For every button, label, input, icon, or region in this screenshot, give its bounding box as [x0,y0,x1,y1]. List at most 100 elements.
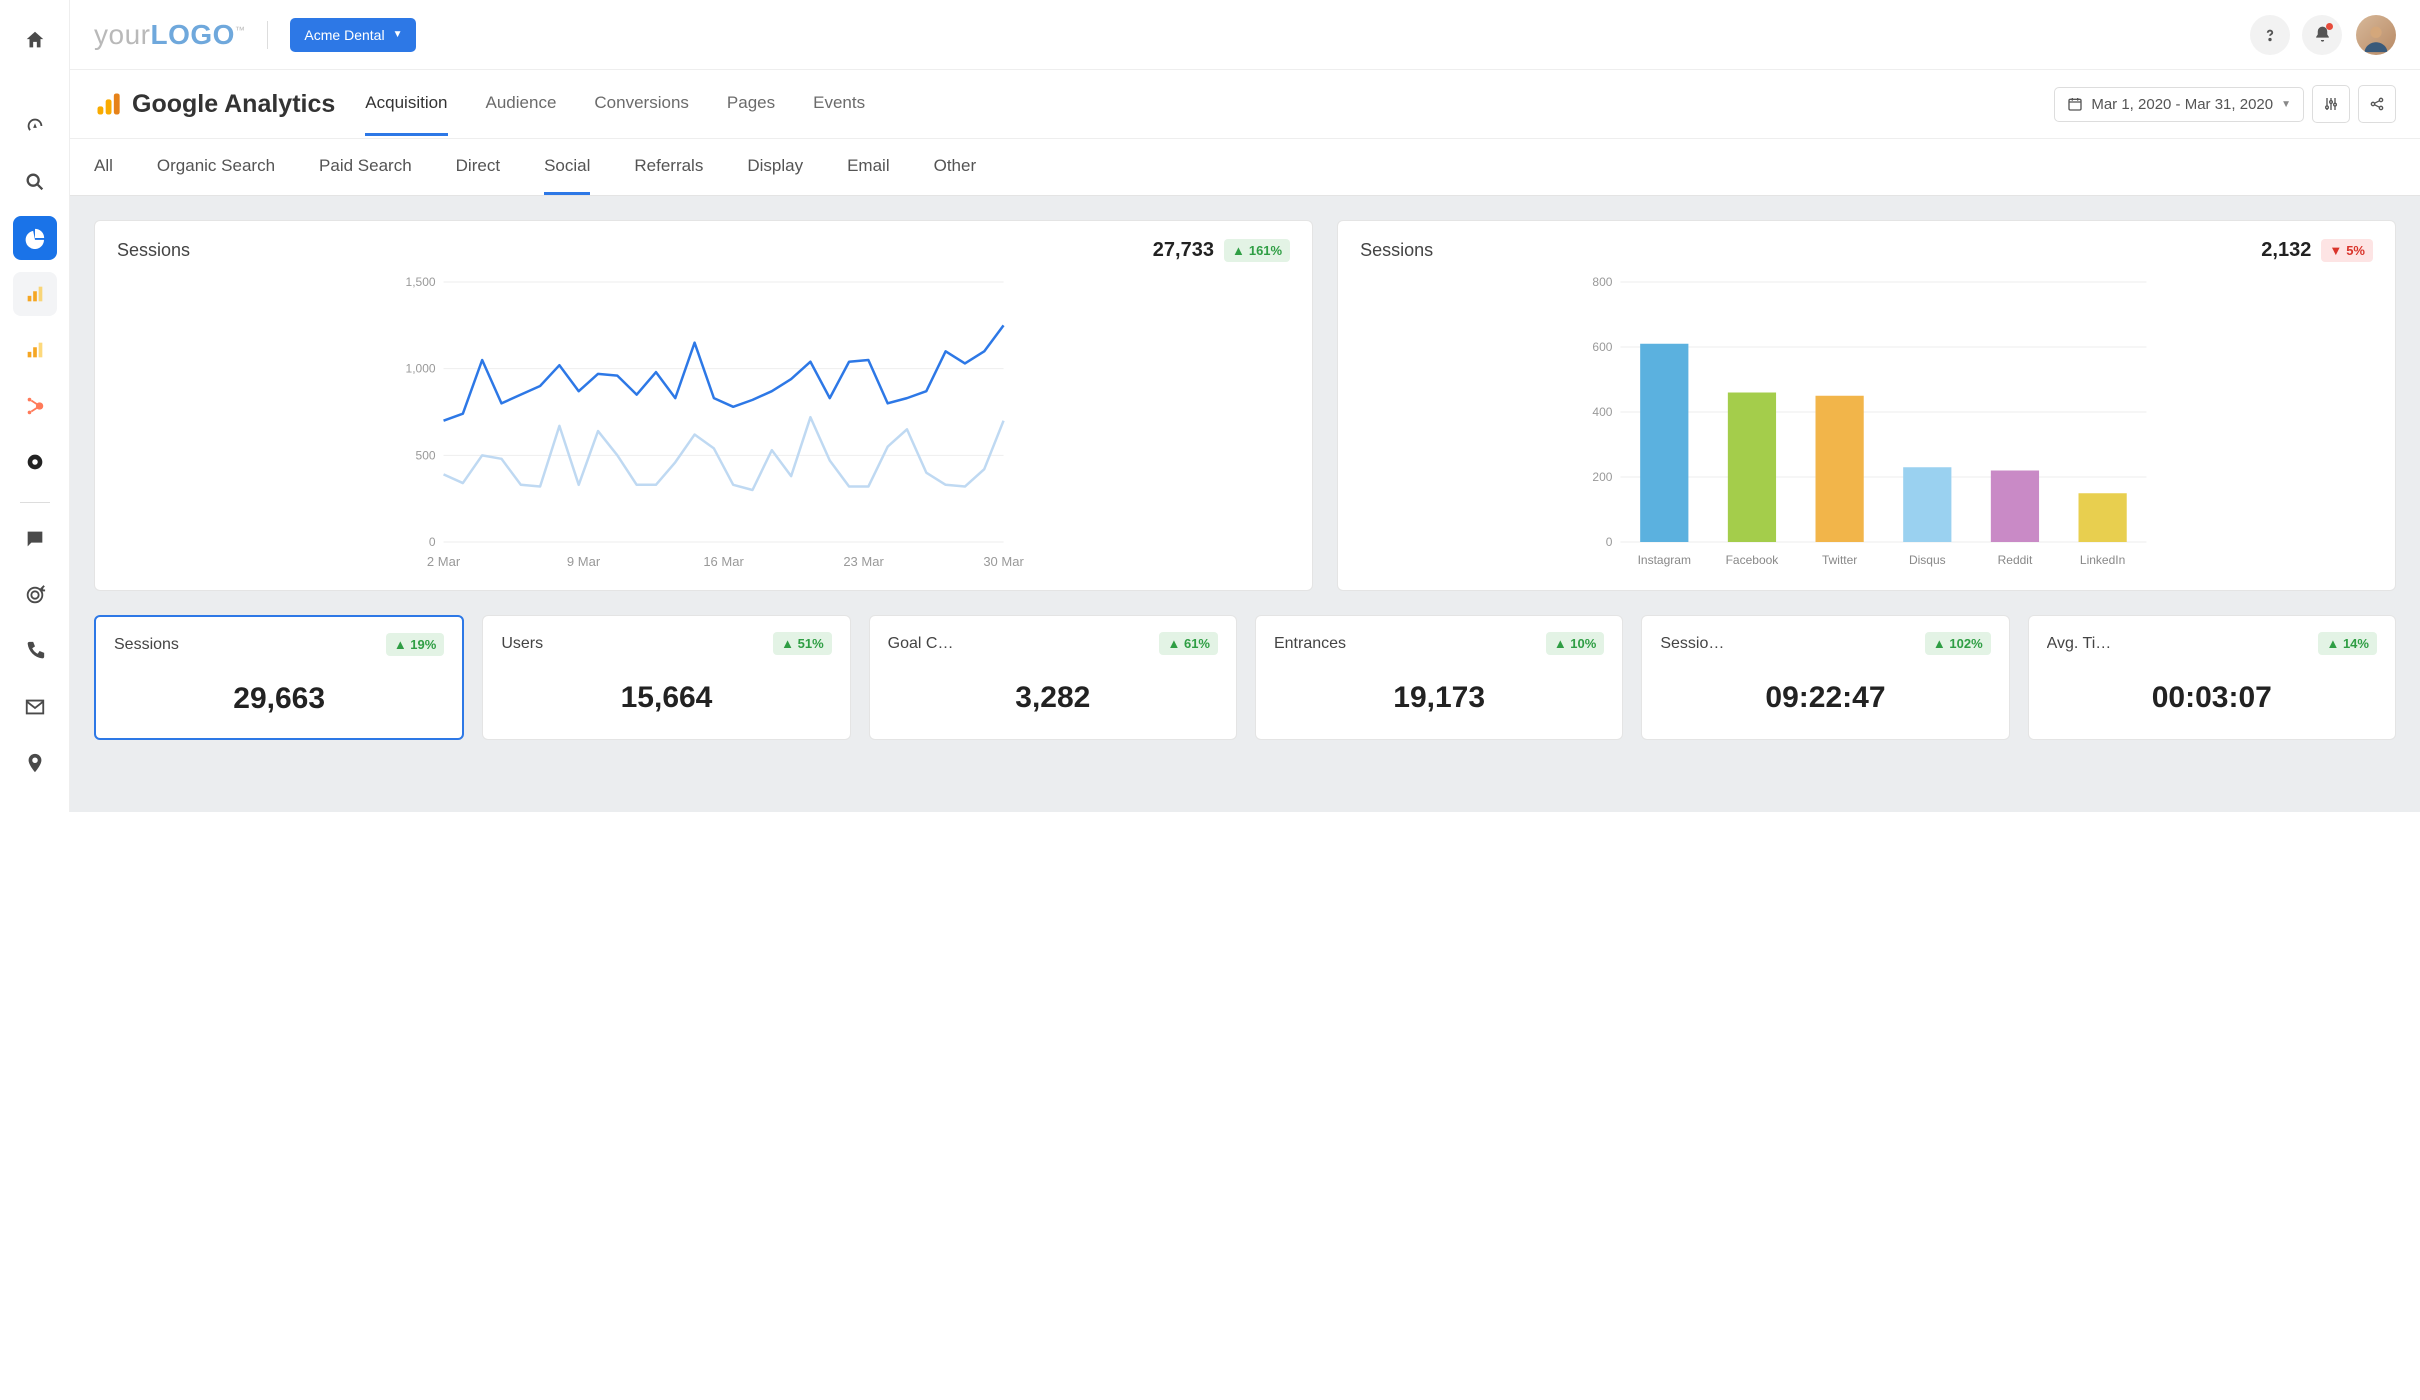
sub-tab-display[interactable]: Display [747,140,803,195]
primary-tab-audience[interactable]: Audience [486,73,557,136]
sub-tab-email[interactable]: Email [847,140,890,195]
content: Sessions 27,733 ▲ 161% 05001,0001,5002 M… [70,196,2420,812]
help-button[interactable] [2250,15,2290,55]
metric-delta: ▲ 14% [2318,632,2377,655]
nav-dashboard[interactable] [13,104,57,148]
notification-dot [2326,23,2333,30]
metric-value: 19,173 [1274,681,1604,715]
sub-tab-direct[interactable]: Direct [456,140,500,195]
metric-label: Goal C… [888,635,954,653]
metric-card[interactable]: Avg. Ti… ▲ 14% 00:03:07 [2028,615,2396,740]
nav-analytics-2[interactable] [13,328,57,372]
google-analytics-icon [94,90,122,118]
sub-tab-all[interactable]: All [94,140,113,195]
page-title: Google Analytics [132,90,335,119]
sub-tab-social[interactable]: Social [544,140,590,195]
sub-tab-other[interactable]: Other [934,140,977,195]
metric-card[interactable]: Sessions ▲ 19% 29,663 [94,615,464,740]
metric-value: 29,663 [114,682,444,716]
nav-mail[interactable] [13,685,57,729]
metric-value: 00:03:07 [2047,681,2377,715]
sub-tabs: All Organic Search Paid Search Direct Social… [70,138,2420,196]
annotation-arrow [608,196,738,210]
svg-text:1,000: 1,000 [406,362,436,376]
workspace-dropdown[interactable]: Acme Dental ▼ [290,18,416,52]
metric-label: Users [501,635,543,653]
hubspot-icon [24,395,46,417]
metric-value: 09:22:47 [1660,681,1990,715]
nav-phone[interactable] [13,629,57,673]
question-icon [2261,26,2279,44]
nav-search[interactable] [13,160,57,204]
logo-tm: ™ [235,25,246,36]
panel-delta: ▼ 5% [2321,239,2373,262]
metric-label: Sessio… [1660,635,1724,653]
nav-analytics-1[interactable] [13,272,57,316]
svg-text:30 Mar: 30 Mar [983,554,1024,569]
panel-sessions-bar: Sessions 2,132 ▼ 5% 0200400600800Instagr… [1337,220,2396,591]
caret-down-icon: ▼ [2281,99,2291,110]
nav-pin[interactable] [13,741,57,785]
nav-circle[interactable] [13,440,57,484]
panel-sessions-line: Sessions 27,733 ▲ 161% 05001,0001,5002 M… [94,220,1313,591]
settings-button[interactable] [2312,85,2350,123]
svg-text:800: 800 [1593,275,1613,289]
share-icon [2369,96,2385,112]
sidebar-divider [20,502,50,503]
nav-pie[interactable] [13,216,57,260]
svg-text:23 Mar: 23 Mar [843,554,884,569]
metric-card[interactable]: Entrances ▲ 10% 19,173 [1255,615,1623,740]
notifications-button[interactable] [2302,15,2342,55]
metric-cards: Sessions ▲ 19% 29,663 Users ▲ 51% 15,664… [94,615,2396,740]
metric-card[interactable]: Users ▲ 51% 15,664 [482,615,850,740]
panel-value: 27,733 [1153,239,1214,262]
date-range-label: Mar 1, 2020 - Mar 31, 2020 [2091,96,2273,113]
metric-label: Entrances [1274,635,1346,653]
analytics-icon [24,283,46,305]
svg-text:16 Mar: 16 Mar [703,554,744,569]
phone-icon [24,640,46,662]
primary-tab-conversions[interactable]: Conversions [594,73,689,136]
panel-title: Sessions [1360,240,1433,261]
metric-label: Sessions [114,636,179,654]
sub-tab-paid-search[interactable]: Paid Search [319,140,412,195]
nav-target[interactable] [13,573,57,617]
svg-text:600: 600 [1593,340,1613,354]
bar-chart: 0200400600800InstagramFacebookTwitterDis… [1360,272,2373,572]
dot-icon [24,451,46,473]
metric-delta: ▲ 61% [1159,632,1218,655]
sub-tab-referrals[interactable]: Referrals [634,140,703,195]
nav-home[interactable] [13,18,57,62]
share-button[interactable] [2358,85,2396,123]
metric-label: Avg. Ti… [2047,635,2112,653]
avatar[interactable] [2356,15,2396,55]
panel-value: 2,132 [2261,239,2311,262]
nav-hubspot[interactable] [13,384,57,428]
svg-text:Instagram: Instagram [1638,553,1691,567]
sliders-icon [2323,96,2339,112]
logo-text-1: your [94,19,150,50]
line-chart: 05001,0001,5002 Mar9 Mar16 Mar23 Mar30 M… [117,272,1290,572]
svg-text:1,500: 1,500 [406,275,436,289]
target-icon [24,584,46,606]
svg-text:2 Mar: 2 Mar [427,554,461,569]
nav-chat[interactable] [13,517,57,561]
date-range-picker[interactable]: Mar 1, 2020 - Mar 31, 2020 ▼ [2054,87,2304,122]
svg-text:0: 0 [1606,535,1613,549]
primary-tab-pages[interactable]: Pages [727,73,775,136]
sub-tab-organic-search[interactable]: Organic Search [157,140,275,195]
gauge-icon [24,115,46,137]
calendar-icon [2067,96,2083,112]
metric-card[interactable]: Goal C… ▲ 61% 3,282 [869,615,1237,740]
caret-down-icon: ▼ [393,29,403,40]
header-divider [267,21,268,49]
workspace-label: Acme Dental [304,27,384,43]
top-header: yourLOGO™ Acme Dental ▼ [70,0,2420,70]
svg-text:LinkedIn: LinkedIn [2080,553,2125,567]
primary-tab-acquisition[interactable]: Acquisition [365,73,447,136]
metric-card[interactable]: Sessio… ▲ 102% 09:22:47 [1641,615,2009,740]
analytics-icon [24,339,46,361]
svg-text:Twitter: Twitter [1822,553,1857,567]
primary-tab-events[interactable]: Events [813,73,865,136]
sidebar [0,0,70,812]
